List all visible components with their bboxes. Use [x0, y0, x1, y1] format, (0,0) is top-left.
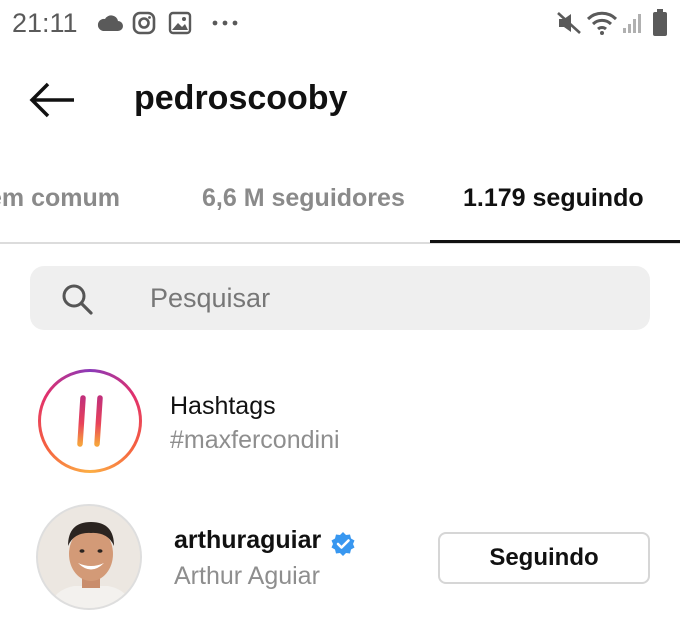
tab-seguindo[interactable]: 1.179 seguindo	[463, 184, 644, 213]
wifi-icon	[586, 11, 618, 35]
user-photo	[38, 506, 140, 608]
hashtag-icon	[64, 395, 116, 447]
search-bar[interactable]	[30, 266, 650, 330]
more-dots-icon	[212, 20, 238, 26]
mute-icon	[557, 12, 581, 34]
username: arthuraguiar	[174, 526, 322, 554]
arrow-left-icon[interactable]	[28, 80, 76, 120]
signal-icon	[623, 14, 641, 33]
tab-em-comum[interactable]: em comum	[0, 184, 120, 213]
hashtags-row[interactable]: Hashtags #maxfercondini	[0, 364, 680, 484]
header: pedroscooby	[0, 60, 680, 140]
tab-bar: em comum 6,6 M seguidores 1.179 seguindo	[0, 164, 680, 244]
hashtags-title: Hashtags	[170, 392, 276, 420]
page-title: pedroscooby	[134, 79, 348, 117]
hashtags-subtitle: #maxfercondini	[170, 426, 340, 454]
active-tab-indicator	[430, 240, 680, 243]
hashtag-avatar	[38, 369, 142, 473]
search-input[interactable]	[150, 266, 630, 330]
following-button[interactable]: Seguindo	[438, 532, 650, 584]
instagram-icon	[132, 11, 156, 35]
tab-seguidores[interactable]: 6,6 M seguidores	[202, 184, 405, 213]
full-name: Arthur Aguiar	[174, 562, 320, 590]
battery-icon	[653, 9, 667, 36]
image-icon	[168, 11, 192, 35]
list-item[interactable]: arthuraguiar Arthur Aguiar Seguindo	[0, 500, 680, 620]
status-time: 21:11	[12, 8, 78, 38]
avatar[interactable]	[36, 504, 142, 610]
status-bar: 21:11	[0, 0, 680, 46]
search-icon	[62, 284, 93, 315]
cloud-icon	[97, 15, 123, 31]
verified-badge-icon	[331, 532, 355, 556]
